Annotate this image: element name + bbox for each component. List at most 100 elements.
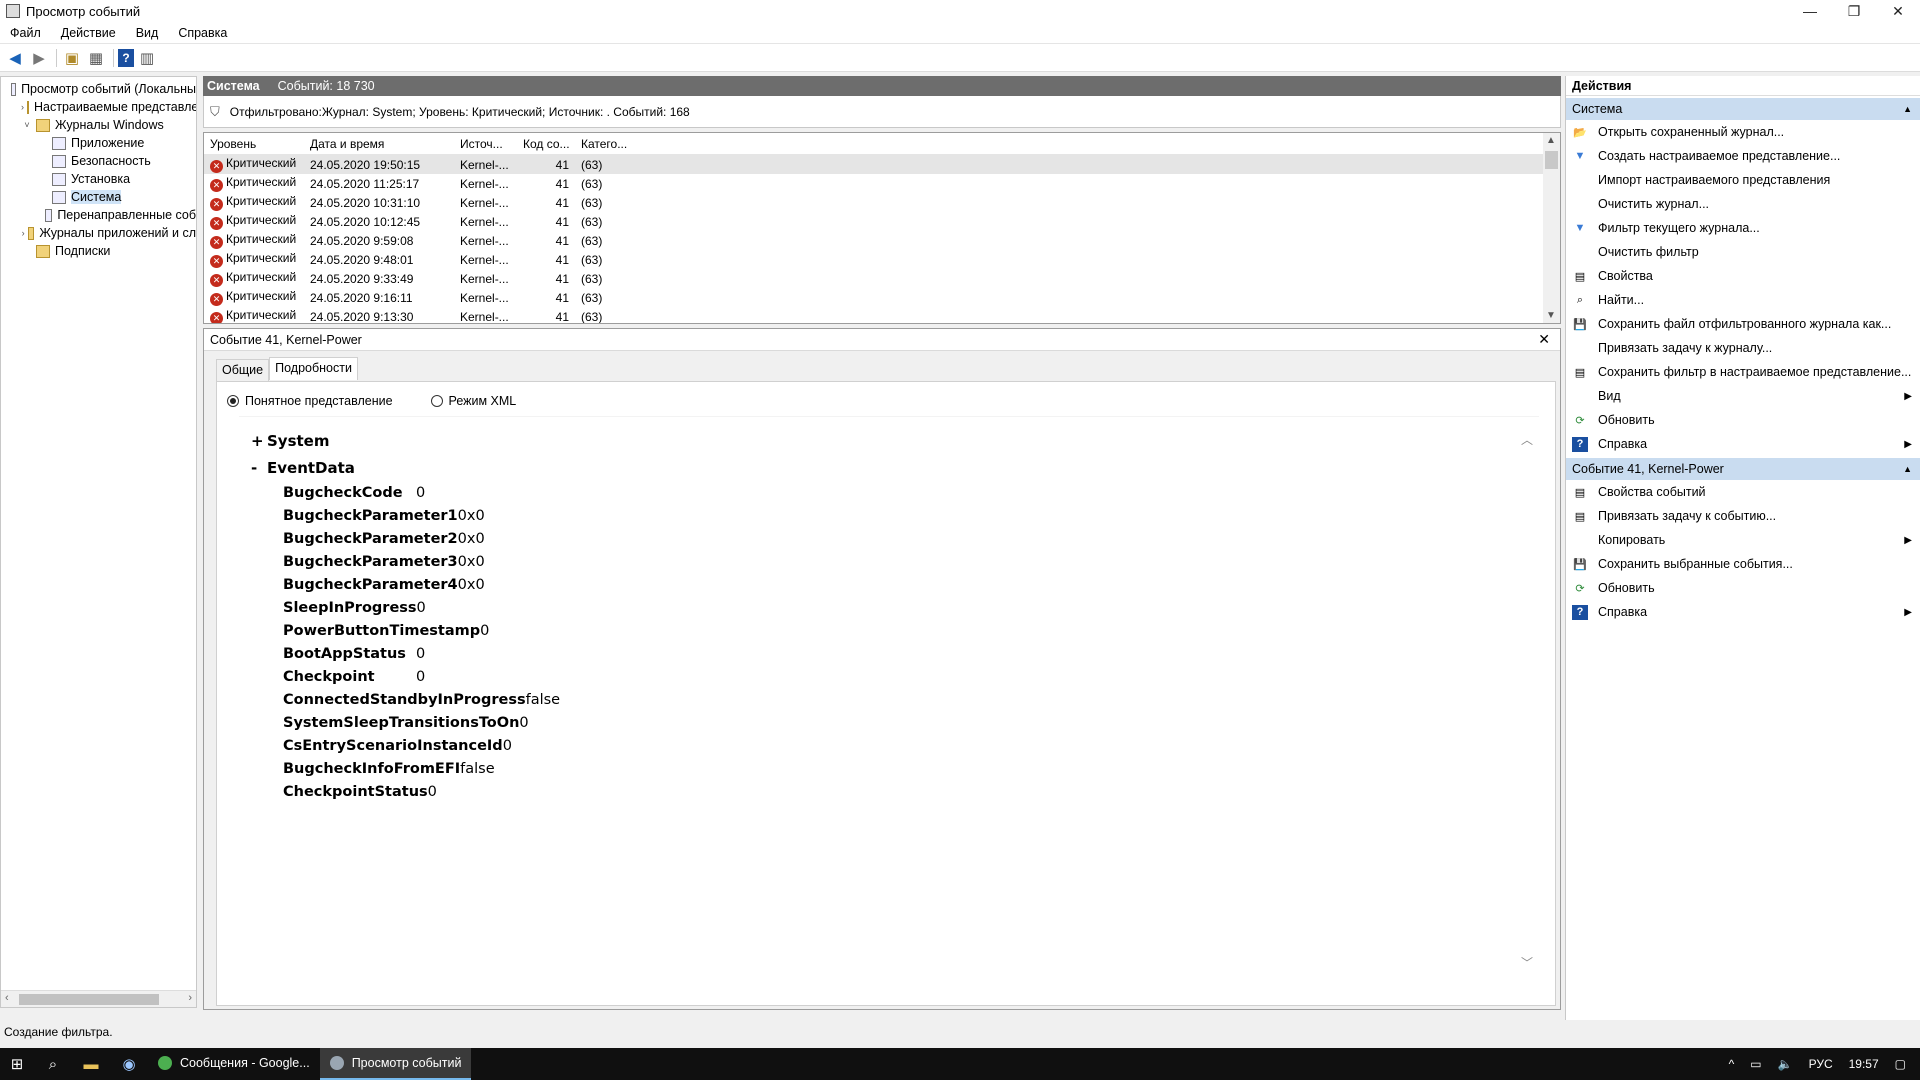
action-item[interactable]: ▤ Свойства (1566, 264, 1920, 288)
search-icon[interactable]: ⌕ (34, 1048, 72, 1080)
column-datetime[interactable]: Дата и время (304, 137, 454, 151)
action-item[interactable]: 📂 Открыть сохраненный журнал... (1566, 120, 1920, 144)
table-row[interactable]: ✕ Критический 24.05.2020 10:12:45 Kernel-..… (204, 212, 1560, 231)
collapse-triangle-icon[interactable]: ▲ (1903, 104, 1912, 114)
back-arrow-icon[interactable]: ◀ (4, 47, 26, 69)
tree-item[interactable]: › Журналы приложений и сл (1, 224, 196, 242)
scroll-thumb[interactable] (19, 994, 159, 1005)
scroll-thumb[interactable] (1545, 151, 1558, 169)
action-item[interactable]: Вид ▶ (1566, 384, 1920, 408)
table-row[interactable]: ✕ Критический 24.05.2020 9:59:08 Kernel-...… (204, 231, 1560, 250)
expand-icon[interactable]: + (251, 432, 267, 450)
scroll-down-icon[interactable]: ▼ (1546, 310, 1556, 321)
radio-friendly-view[interactable]: Понятное представление (227, 394, 393, 408)
minimize-button[interactable]: — (1788, 0, 1832, 22)
scroll-right-icon[interactable]: › (188, 992, 192, 1004)
volume-icon[interactable]: 🔈 (1778, 1057, 1793, 1071)
table-row[interactable]: ✕ Критический 24.05.2020 10:31:10 Kernel-..… (204, 193, 1560, 212)
action-item[interactable]: Очистить журнал... (1566, 192, 1920, 216)
menu-view[interactable]: Вид (126, 26, 169, 40)
tab-details[interactable]: Подробности (269, 357, 358, 380)
expander-icon[interactable]: › (21, 102, 24, 112)
menu-file[interactable]: Файл (0, 26, 51, 40)
blank-icon (1572, 197, 1588, 212)
expander-icon[interactable]: › (21, 228, 25, 238)
action-item[interactable]: ? Справка ▶ (1566, 600, 1920, 624)
tree-item[interactable]: Система (1, 188, 196, 206)
action-item[interactable]: 💾 Сохранить файл отфильтрованного журнала… (1566, 312, 1920, 336)
clock[interactable]: 19:57 (1849, 1057, 1879, 1071)
action-item[interactable]: Привязать задачу к журналу... (1566, 336, 1920, 360)
details-scrollbar[interactable]: ︿ ﹀ (1521, 431, 1535, 971)
action-item[interactable]: ▼ Фильтр текущего журнала... (1566, 216, 1920, 240)
start-windows-icon[interactable]: ⊞ (0, 1048, 34, 1080)
action-item[interactable]: ⌕ Найти... (1566, 288, 1920, 312)
actions-section-event[interactable]: Событие 41, Kernel-Power ▲ (1566, 458, 1920, 480)
action-item[interactable]: ▤ Сохранить фильтр в настраиваемое предст… (1566, 360, 1920, 384)
tree-item[interactable]: ˅ Журналы Windows (1, 116, 196, 134)
tree-item[interactable]: Установка (1, 170, 196, 188)
tray-chevron-up-icon[interactable]: ^ (1729, 1057, 1735, 1071)
section-system[interactable]: + System (239, 427, 1539, 454)
action-item[interactable]: ▼ Создать настраиваемое представление... (1566, 144, 1920, 168)
tree-item[interactable]: Приложение (1, 134, 196, 152)
action-item[interactable]: ▤ Привязать задачу к событию... (1566, 504, 1920, 528)
restore-button[interactable]: ❐ (1832, 0, 1876, 22)
steam-icon[interactable]: ◉ (110, 1048, 148, 1080)
close-detail-icon[interactable]: ✕ (1538, 331, 1550, 348)
table-row[interactable]: ✕ Критический 24.05.2020 9:16:11 Kernel-...… (204, 288, 1560, 307)
tree-item[interactable]: Безопасность (1, 152, 196, 170)
horizontal-scrollbar[interactable]: ‹ › (1, 990, 196, 1007)
taskbar-task[interactable]: Просмотр событий (319, 1048, 472, 1080)
section-eventdata[interactable]: - EventData (239, 454, 1539, 481)
tree-item[interactable]: › Настраиваемые представле (1, 98, 196, 116)
notifications-icon[interactable]: ▢ (1895, 1057, 1906, 1071)
action-item[interactable]: ▤ Свойства событий (1566, 480, 1920, 504)
action-item[interactable]: ⟳ Обновить (1566, 408, 1920, 432)
forward-arrow-icon[interactable]: ▶ (28, 47, 50, 69)
tree-item[interactable]: Перенаправленные соб (1, 206, 196, 224)
language-indicator[interactable]: РУС (1809, 1057, 1833, 1071)
action-item[interactable]: Импорт настраиваемого представления (1566, 168, 1920, 192)
action-item[interactable]: 💾 Сохранить выбранные события... (1566, 552, 1920, 576)
action-item[interactable]: Очистить фильтр (1566, 240, 1920, 264)
scroll-up-icon[interactable]: ▲ (1546, 135, 1556, 146)
close-button[interactable]: ✕ (1876, 0, 1920, 22)
collapse-icon[interactable]: - (251, 459, 267, 477)
table-row[interactable]: ✕ Критический 24.05.2020 19:50:15 Kernel-..… (204, 155, 1560, 174)
scroll-down-icon[interactable]: ﹀ (1521, 954, 1533, 971)
collapse-triangle-icon[interactable]: ▲ (1903, 464, 1912, 474)
menu-help[interactable]: Справка (168, 26, 237, 40)
scroll-left-icon[interactable]: ‹ (5, 992, 9, 1004)
column-source[interactable]: Источ... (454, 137, 517, 151)
column-event-id[interactable]: Код со... (517, 137, 575, 151)
up-folder-icon[interactable]: ▣ (61, 47, 83, 69)
vertical-scrollbar[interactable]: ▲ ▼ (1543, 133, 1560, 323)
table-row[interactable]: ✕ Критический 24.05.2020 9:33:49 Kernel-...… (204, 269, 1560, 288)
tree-item[interactable]: Просмотр событий (Локальны (1, 80, 196, 98)
show-hide-tree-icon[interactable]: ▦ (85, 47, 107, 69)
radio-unchecked-icon[interactable] (430, 395, 443, 407)
help-icon[interactable]: ? (118, 48, 134, 67)
action-item[interactable]: ⟳ Обновить (1566, 576, 1920, 600)
table-row[interactable]: ✕ Критический 24.05.2020 9:48:01 Kernel-...… (204, 250, 1560, 269)
tree-item[interactable]: Подписки (1, 242, 196, 260)
expander-icon[interactable]: ˅ (21, 120, 33, 130)
network-icon[interactable]: ▭ (1750, 1057, 1761, 1071)
action-pane-icon[interactable]: ▥ (136, 47, 158, 69)
radio-xml-view[interactable]: Режим XML (430, 394, 516, 408)
taskbar-task[interactable]: Сообщения - Google... (148, 1048, 320, 1080)
scroll-up-icon[interactable]: ︿ (1521, 431, 1533, 448)
actions-section-log[interactable]: Система ▲ (1566, 98, 1920, 120)
file-explorer-icon[interactable]: ▬ (72, 1048, 110, 1080)
tab-general[interactable]: Общие (216, 359, 270, 382)
table-row[interactable]: ✕ Критический 24.05.2020 9:13:30 Kernel-...… (204, 307, 1560, 323)
radio-checked-icon[interactable] (227, 395, 239, 407)
menu-action[interactable]: Действие (51, 26, 126, 40)
action-item[interactable]: ? Справка ▶ (1566, 432, 1920, 456)
action-item[interactable]: Копировать ▶ (1566, 528, 1920, 552)
table-row[interactable]: ✕ Критический 24.05.2020 11:25:17 Kernel-..… (204, 174, 1560, 193)
filter-icon: ▼ (1574, 222, 1586, 234)
column-level[interactable]: Уровень (204, 137, 304, 151)
column-category[interactable]: Катего... (575, 137, 639, 151)
